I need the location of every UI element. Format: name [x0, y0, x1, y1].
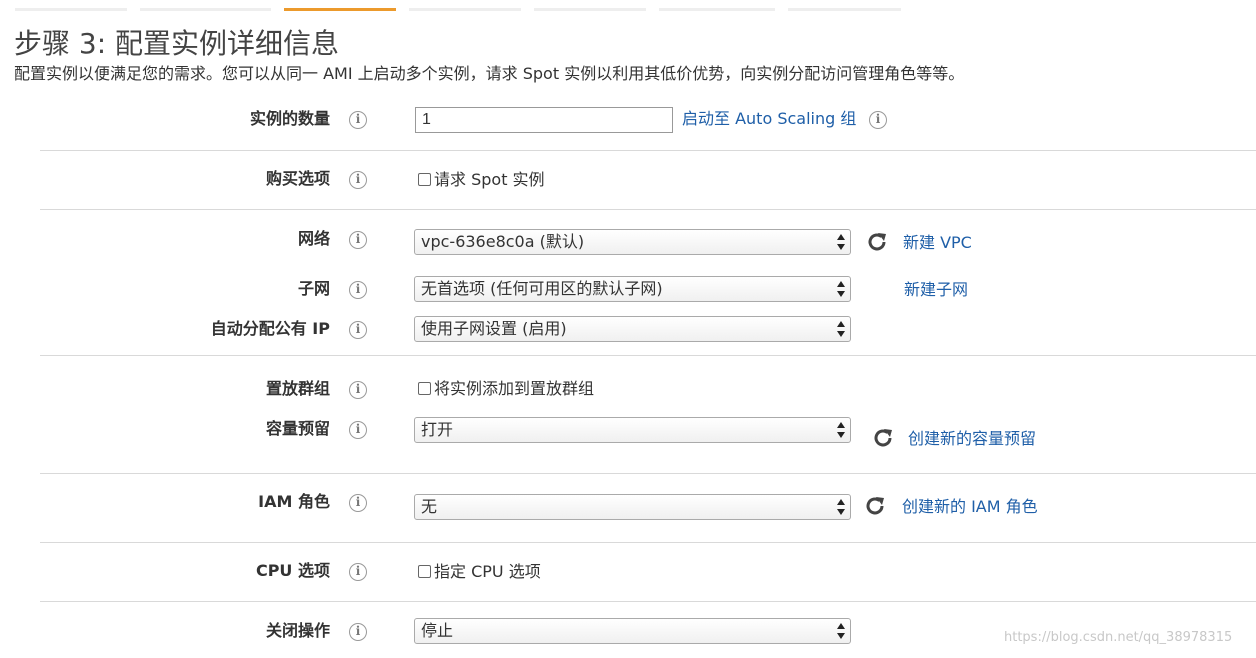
- section-divider: [40, 209, 1256, 210]
- iam-role-value: 无: [421, 497, 438, 516]
- wizard-tab-3-active[interactable]: [284, 8, 396, 11]
- select-arrows-icon: [837, 234, 845, 250]
- placement-group-checkbox-label: 将实例添加到置放群组: [434, 379, 595, 398]
- instance-count-label: 实例的数量: [249, 109, 330, 128]
- shutdown-behavior-value: 停止: [421, 621, 454, 640]
- network-select[interactable]: vpc-636e8c0a (默认): [414, 229, 851, 255]
- info-icon[interactable]: i: [349, 563, 367, 581]
- info-icon[interactable]: i: [349, 231, 367, 249]
- capacity-reservation-select[interactable]: 打开: [414, 417, 851, 443]
- refresh-icon[interactable]: [865, 230, 889, 254]
- section-divider: [40, 150, 1256, 151]
- placement-group-checkbox[interactable]: 将实例添加到置放群组: [418, 378, 594, 400]
- info-icon[interactable]: i: [349, 494, 367, 512]
- cpu-options-checkbox-label: 指定 CPU 选项: [434, 562, 541, 581]
- section-divider: [40, 473, 1256, 474]
- capacity-reservation-label: 容量预留: [265, 419, 330, 438]
- wizard-tab-5[interactable]: [534, 8, 646, 11]
- placement-group-label: 置放群组: [265, 379, 330, 398]
- section-divider: [40, 355, 1256, 356]
- section-divider: [40, 601, 1256, 602]
- instance-count-input[interactable]: [415, 107, 673, 133]
- network-select-value: vpc-636e8c0a (默认): [421, 232, 585, 251]
- auto-assign-ip-select[interactable]: 使用子网设置 (启用): [414, 316, 851, 342]
- shutdown-behavior-label: 关闭操作: [265, 621, 330, 640]
- shutdown-behavior-select[interactable]: 停止: [414, 618, 851, 644]
- create-iam-role-link[interactable]: 创建新的 IAM 角色: [902, 496, 1038, 518]
- select-arrows-icon: [837, 321, 845, 337]
- auto-assign-ip-value: 使用子网设置 (启用): [421, 319, 567, 338]
- select-arrows-icon: [837, 281, 845, 297]
- create-vpc-link[interactable]: 新建 VPC: [903, 232, 972, 254]
- subnet-select[interactable]: 无首选项 (任何可用区的默认子网): [414, 276, 851, 302]
- info-icon[interactable]: i: [349, 421, 367, 439]
- subnet-label: 子网: [297, 279, 330, 298]
- refresh-icon[interactable]: [871, 426, 895, 450]
- checkbox-box[interactable]: [418, 565, 431, 578]
- cpu-options-label: CPU 选项: [255, 561, 330, 580]
- purchase-option-label: 购买选项: [265, 169, 330, 188]
- info-icon[interactable]: i: [349, 281, 367, 299]
- iam-role-select[interactable]: 无: [414, 494, 851, 520]
- wizard-tab-7[interactable]: [788, 8, 901, 11]
- network-label: 网络: [297, 229, 330, 248]
- checkbox-box[interactable]: [418, 173, 431, 186]
- info-icon[interactable]: i: [349, 381, 367, 399]
- request-spot-checkbox[interactable]: 请求 Spot 实例: [418, 169, 545, 191]
- wizard-tab-4[interactable]: [409, 8, 521, 11]
- subnet-select-value: 无首选项 (任何可用区的默认子网): [421, 279, 663, 298]
- page-title: 步骤 3: 配置实例详细信息: [14, 27, 340, 60]
- info-icon[interactable]: i: [349, 321, 367, 339]
- capacity-reservation-value: 打开: [421, 420, 454, 439]
- section-divider: [40, 542, 1256, 543]
- wizard-tabs: [0, 0, 1256, 12]
- select-arrows-icon: [837, 623, 845, 639]
- create-capacity-reservation-link[interactable]: 创建新的容量预留: [908, 428, 1036, 450]
- request-spot-label: 请求 Spot 实例: [434, 170, 545, 189]
- info-icon[interactable]: i: [869, 111, 887, 129]
- cpu-options-checkbox[interactable]: 指定 CPU 选项: [418, 561, 541, 583]
- iam-role-label: IAM 角色: [258, 492, 330, 511]
- refresh-icon[interactable]: [863, 494, 887, 518]
- auto-assign-ip-label: 自动分配公有 IP: [210, 319, 330, 338]
- info-icon[interactable]: i: [349, 111, 367, 129]
- select-arrows-icon: [837, 422, 845, 438]
- info-icon[interactable]: i: [349, 171, 367, 189]
- watermark: https://blog.csdn.net/qq_38978315: [1004, 630, 1233, 645]
- page-subtitle: 配置实例以便满足您的需求。您可以从同一 AMI 上启动多个实例，请求 Spot …: [14, 64, 965, 83]
- create-subnet-link[interactable]: 新建子网: [904, 279, 968, 301]
- checkbox-box[interactable]: [418, 382, 431, 395]
- select-arrows-icon: [837, 499, 845, 515]
- info-icon[interactable]: i: [349, 623, 367, 641]
- launch-auto-scaling-link[interactable]: 启动至 Auto Scaling 组: [682, 108, 856, 130]
- wizard-tab-1[interactable]: [15, 8, 127, 11]
- wizard-tab-2[interactable]: [140, 8, 271, 11]
- wizard-tab-6[interactable]: [659, 8, 775, 11]
